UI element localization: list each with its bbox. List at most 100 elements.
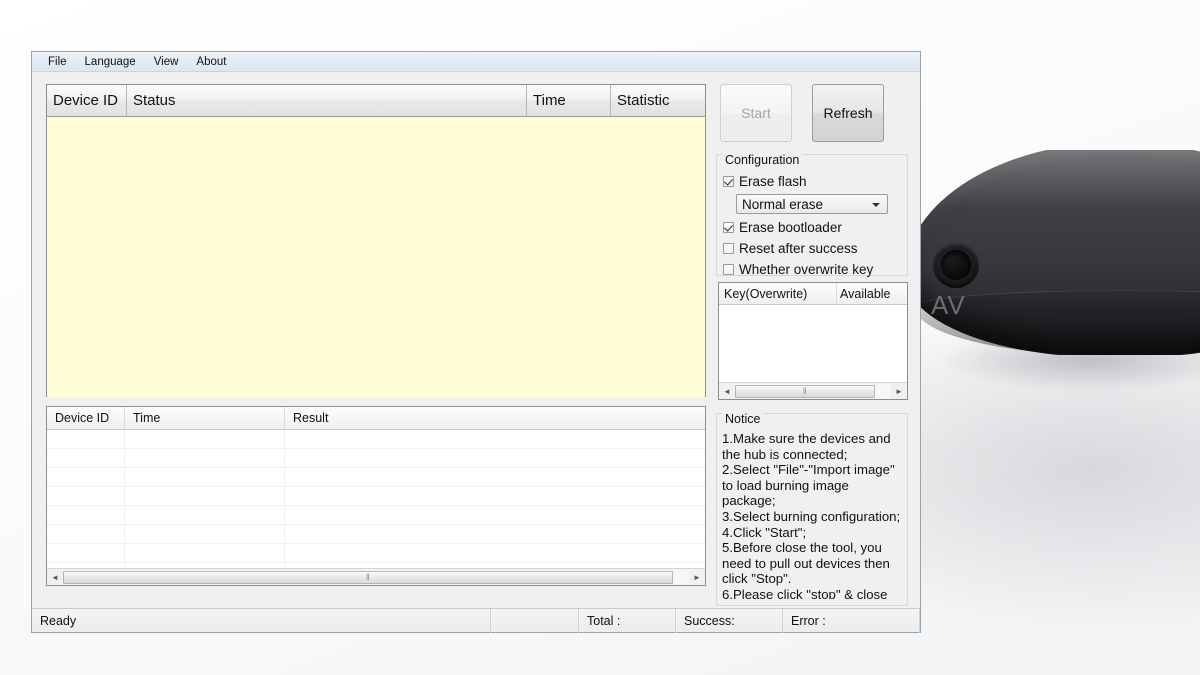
column-header-result-result[interactable]: Result [285,407,703,429]
left-column: Device ID Status Time Statistic Device I… [46,84,706,610]
result-list-hscrollbar[interactable]: ◄ ‖ ► [47,568,705,585]
checkbox-row-reset-after-success[interactable]: Reset after success [716,238,908,259]
table-row[interactable] [47,544,705,563]
table-cell [47,544,125,562]
start-button[interactable]: Start [720,84,792,142]
table-cell [47,468,125,486]
table-cell [285,449,703,467]
table-cell [47,506,125,524]
table-cell [285,544,703,562]
label-whether-overwrite-key: Whether overwrite key [739,262,874,277]
menu-item-language[interactable]: Language [77,55,144,69]
table-cell [285,506,703,524]
device-list-table[interactable]: Device ID Status Time Statistic [46,84,706,397]
menu-bar: File Language View About [32,52,920,72]
column-header-time[interactable]: Time [527,85,611,116]
erase-mode-dropdown[interactable]: Normal erase [736,194,888,214]
checkbox-reset-after-success[interactable] [723,243,734,254]
window-client-area: Device ID Status Time Statistic Device I… [32,72,920,633]
key-overwrite-table[interactable]: Key(Overwrite) Available ◄ ‖ ► [718,282,908,400]
label-erase-bootloader: Erase bootloader [739,220,842,235]
status-spacer [491,608,579,633]
checkbox-row-erase-bootloader[interactable]: Erase bootloader [716,217,908,238]
configuration-group: Configuration Erase flash Normal erase E… [716,153,908,277]
scroll-right-icon[interactable]: ► [689,569,705,585]
configuration-options: Erase flash Normal erase Erase bootloade… [716,171,908,280]
column-header-statistic[interactable]: Statistic [611,85,705,116]
action-button-row: Start Refresh [716,84,908,142]
table-cell [47,487,125,505]
scroll-left-icon[interactable]: ◄ [47,569,63,585]
key-overwrite-body[interactable] [719,305,907,383]
erase-mode-value: Normal erase [742,196,824,212]
table-cell [125,468,285,486]
scroll-grip-icon: ‖ [365,571,371,582]
menu-item-about[interactable]: About [188,55,234,69]
scroll-thumb[interactable]: ‖ [735,384,875,398]
status-success: Success: [676,608,783,633]
table-cell [47,525,125,543]
checkbox-row-whether-overwrite-key[interactable]: Whether overwrite key [716,259,908,280]
table-cell [125,430,285,448]
column-header-key-overwrite[interactable]: Key(Overwrite) [719,283,837,304]
table-row[interactable] [47,449,705,468]
result-list-body[interactable] [47,430,705,582]
result-list-header: Device ID Time Result [47,407,705,430]
key-overwrite-header: Key(Overwrite) Available [719,283,907,305]
device-list-body[interactable] [47,117,705,397]
table-cell [285,430,703,448]
av-port-label: AV [931,290,966,320]
table-cell [285,525,703,543]
table-row[interactable] [47,525,705,544]
table-cell [285,487,703,505]
table-cell [125,506,285,524]
column-header-available[interactable]: Available [837,283,907,304]
scroll-track[interactable]: ‖ [63,569,689,585]
device-list-header: Device ID Status Time Statistic [47,85,705,117]
scroll-left-icon[interactable]: ◄ [719,383,735,399]
table-row[interactable] [47,430,705,449]
status-total: Total : [579,608,676,633]
result-list-table[interactable]: Device ID Time Result ◄ ‖ ► [46,406,706,586]
status-ready: Ready [32,608,491,633]
refresh-button[interactable]: Refresh [812,84,884,142]
table-cell [47,430,125,448]
checkbox-whether-overwrite-key[interactable] [723,264,734,275]
column-header-status[interactable]: Status [127,85,527,116]
notice-title: Notice [722,412,764,426]
chevron-down-icon[interactable] [872,203,880,207]
label-reset-after-success: Reset after success [739,241,858,256]
column-header-result-device-id[interactable]: Device ID [47,407,125,429]
menu-item-view[interactable]: View [146,55,187,69]
table-cell [47,449,125,467]
key-table-hscrollbar[interactable]: ◄ ‖ ► [719,382,907,399]
table-cell [125,487,285,505]
table-row[interactable] [47,468,705,487]
status-bar: Ready Total : Success: Error : [32,608,920,633]
scroll-track[interactable]: ‖ [735,383,891,399]
menu-item-file[interactable]: File [40,55,75,69]
av-jack-inner [941,250,971,280]
table-cell [125,525,285,543]
table-cell [125,449,285,467]
checkbox-erase-bootloader[interactable] [723,222,734,233]
status-error: Error : [783,608,920,633]
table-cell [285,468,703,486]
table-cell [125,544,285,562]
scroll-thumb[interactable]: ‖ [63,570,673,584]
scroll-grip-icon: ‖ [802,385,808,396]
table-row[interactable] [47,506,705,525]
checkbox-row-erase-flash[interactable]: Erase flash [716,171,908,192]
checkbox-erase-flash[interactable] [723,176,734,187]
application-window: File Language View About Device ID Statu… [31,51,921,633]
notice-group: Notice 1.Make sure the devices and the h… [716,412,908,606]
column-header-device-id[interactable]: Device ID [47,85,127,116]
notice-body: 1.Make sure the devices and the hub is c… [722,431,901,599]
configuration-title: Configuration [722,153,803,167]
right-column: Start Refresh Configuration Erase flash … [716,84,908,610]
column-header-result-time[interactable]: Time [125,407,285,429]
label-erase-flash: Erase flash [739,174,807,189]
table-row[interactable] [47,487,705,506]
device-top-gloss [911,150,1200,222]
scroll-right-icon[interactable]: ► [891,383,907,399]
